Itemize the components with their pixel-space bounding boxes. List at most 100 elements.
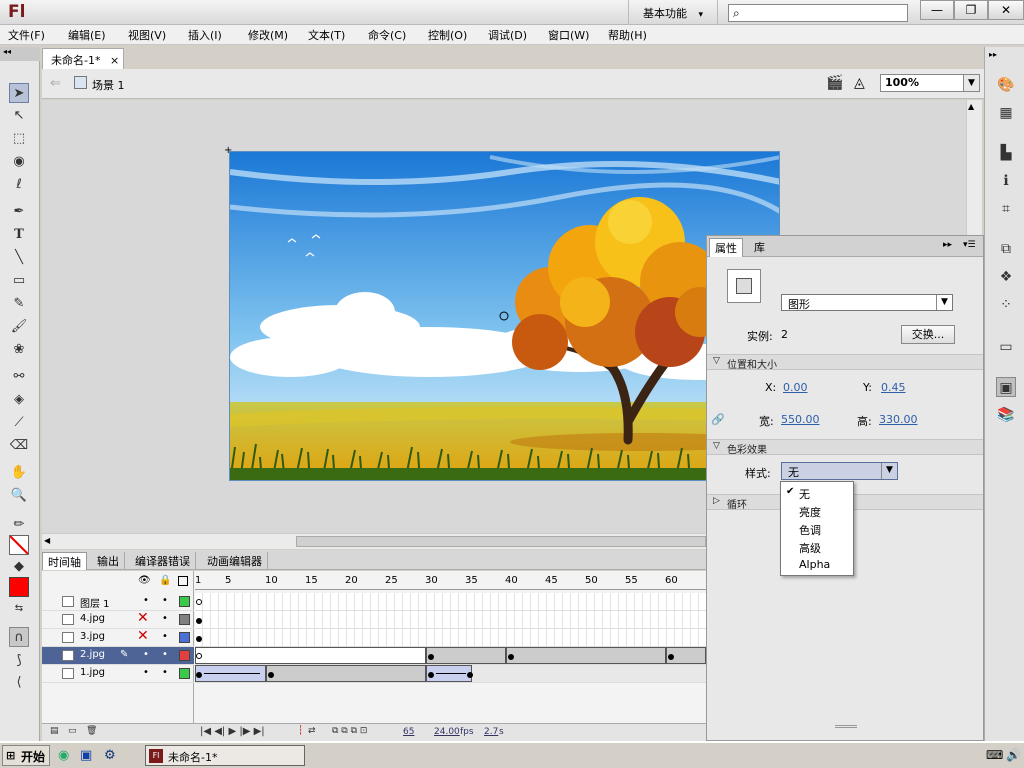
rectangle-tool-icon[interactable]: ▭ — [9, 271, 29, 291]
frame-row[interactable] — [195, 647, 706, 665]
swap-colors-icon[interactable]: ⇆ — [9, 599, 29, 619]
frame-row[interactable] — [195, 611, 706, 629]
transform-panel-icon[interactable]: ⌗ — [996, 199, 1016, 219]
library-panel-icon[interactable]: 📚 — [996, 405, 1016, 425]
keyframe[interactable] — [268, 672, 274, 678]
layer-row[interactable]: 图层 1 • • — [42, 593, 194, 611]
resize-grip[interactable] — [835, 725, 857, 728]
layer-color-swatch[interactable] — [179, 668, 190, 679]
layer-color-swatch[interactable] — [179, 596, 190, 607]
new-layer-icon[interactable]: ▤ — [50, 726, 59, 736]
minimize-button[interactable]: — — [920, 0, 954, 20]
outline-icon[interactable] — [178, 576, 188, 586]
code-snippets-icon[interactable]: ⧉ — [996, 239, 1016, 259]
playback-controls-icon[interactable]: |◀ ◀| ▶ |▶ ▶| — [200, 726, 265, 737]
fill-color-swatch[interactable] — [9, 577, 29, 597]
text-tool-icon[interactable]: T — [9, 225, 29, 245]
align-panel-icon[interactable]: ▙ — [996, 143, 1016, 163]
delete-layer-icon[interactable]: 🗑 — [86, 726, 97, 736]
style-option-none[interactable]: 无 — [799, 486, 810, 502]
tab-output[interactable]: 输出 — [92, 552, 125, 570]
layer-color-swatch[interactable] — [179, 650, 190, 661]
stroke-color-icon[interactable]: ✏ — [9, 515, 29, 535]
tab-close-icon[interactable]: × — [110, 54, 119, 67]
layer-row[interactable]: 3.jpg ✕ • — [42, 628, 194, 647]
frame-row[interactable] — [195, 665, 706, 683]
hidden-x-icon[interactable]: ✕ — [137, 628, 149, 644]
app-icon[interactable]: ▣ — [80, 748, 92, 763]
symbol-type-select[interactable]: 图形 ▼ — [781, 294, 953, 311]
stroke-none-swatch[interactable] — [9, 535, 29, 555]
snap-magnet-icon[interactable]: ∩ — [9, 627, 29, 647]
eye-icon[interactable]: 👁 — [138, 575, 151, 586]
chrome-icon[interactable]: ◉ — [58, 748, 69, 763]
pencil-tool-icon[interactable]: ✎ — [9, 294, 29, 314]
tab-compiler-errors[interactable]: 编译器错误 — [130, 552, 196, 570]
layer-color-swatch[interactable] — [179, 632, 190, 643]
layer-row[interactable]: 1.jpg • • — [42, 665, 194, 683]
close-button[interactable]: ✕ — [988, 0, 1024, 20]
subselection-tool-icon[interactable]: ↖ — [9, 106, 29, 126]
menu-text[interactable]: 文本(T) — [308, 27, 345, 43]
tab-library[interactable]: 库 — [749, 238, 770, 257]
menu-file[interactable]: 文件(F) — [8, 27, 45, 43]
height-value[interactable]: 330.00 — [879, 413, 918, 426]
collapse-panel-icon[interactable]: ▸▸ — [943, 240, 952, 250]
keyframe[interactable] — [428, 672, 434, 678]
frame-row[interactable] — [195, 629, 706, 647]
lock-dot[interactable]: • — [162, 631, 168, 642]
line-tool-icon[interactable]: ╲ — [9, 248, 29, 268]
menu-window[interactable]: 窗口(W) — [548, 27, 589, 43]
style-option-alpha[interactable]: Alpha — [799, 558, 830, 571]
paint-bucket-tool-icon[interactable]: ◈ — [9, 390, 29, 410]
style-option-advanced[interactable]: 高级 — [799, 540, 821, 556]
lock-dot[interactable]: • — [162, 595, 168, 606]
3d-rotation-tool-icon[interactable]: ◉ — [9, 152, 29, 172]
tab-properties[interactable]: 属性 — [709, 238, 743, 257]
section-position-size[interactable]: ▽ 位置和大小 — [707, 354, 983, 371]
frame-row[interactable] — [195, 593, 706, 611]
properties-panel-icon[interactable]: ▣ — [996, 377, 1016, 397]
tab-motion-editor[interactable]: 动画编辑器 — [202, 552, 268, 570]
scrollbar-thumb[interactable] — [296, 536, 706, 547]
y-value[interactable]: 0.45 — [881, 381, 906, 394]
visibility-dot[interactable]: • — [143, 595, 149, 606]
pen-tool-icon[interactable]: ✒ — [9, 202, 29, 222]
stage-canvas-image[interactable] — [229, 151, 780, 481]
layer-color-swatch[interactable] — [179, 614, 190, 625]
eyedropper-tool-icon[interactable]: ⟋ — [9, 413, 29, 433]
onion-skin-icon[interactable]: ┆ — [298, 726, 303, 736]
section-color-effect[interactable]: ▽ 色彩效果 — [707, 439, 983, 456]
straighten-icon[interactable]: ⟨ — [9, 673, 29, 693]
menu-control[interactable]: 控制(O) — [428, 27, 467, 43]
color-panel-icon[interactable]: 🎨 — [996, 75, 1016, 95]
info-panel-icon[interactable]: ℹ — [996, 171, 1016, 191]
search-input[interactable]: ⌕ — [728, 4, 908, 22]
frame-span[interactable] — [266, 665, 426, 682]
swap-button[interactable]: 交换... — [901, 325, 955, 344]
smooth-icon[interactable]: ⟆ — [9, 651, 29, 671]
visibility-dot[interactable]: • — [143, 667, 149, 678]
fps-value[interactable]: 24.00 — [434, 727, 460, 737]
edit-symbols-icon[interactable]: ◬ — [854, 75, 865, 91]
hidden-x-icon[interactable]: ✕ — [137, 610, 149, 626]
zoom-dropdown-arrow-icon[interactable]: ▼ — [963, 75, 979, 91]
motion-presets-icon[interactable]: ⁘ — [996, 295, 1016, 315]
deco-tool-icon[interactable]: ❀ — [9, 340, 29, 360]
width-value[interactable]: 550.00 — [781, 413, 820, 426]
style-option-brightness[interactable]: 亮度 — [799, 504, 821, 520]
restore-button[interactable]: ❐ — [954, 0, 988, 20]
back-arrow-icon[interactable]: ⇐ — [50, 76, 61, 91]
taskbar-item-flash[interactable]: Fl 未命名-1* — [145, 745, 305, 766]
lock-dot[interactable]: • — [162, 667, 168, 678]
style-option-tint[interactable]: 色调 — [799, 522, 821, 538]
menu-modify[interactable]: 修改(M) — [248, 27, 288, 43]
selection-tool-icon[interactable]: ➤ — [9, 83, 29, 103]
color-style-select[interactable]: 无 ▼ — [781, 462, 898, 480]
volume-tray-icon[interactable]: 🔊 — [1006, 748, 1021, 762]
menu-insert[interactable]: 插入(I) — [188, 27, 222, 43]
frame-grid[interactable]: 1 5 10 15 20 25 30 35 40 45 50 55 60 — [195, 571, 706, 741]
expand-dock-icon[interactable]: ▸▸ — [989, 50, 997, 59]
bone-tool-icon[interactable]: ⚯ — [9, 367, 29, 387]
menu-help[interactable]: 帮助(H) — [608, 27, 647, 43]
